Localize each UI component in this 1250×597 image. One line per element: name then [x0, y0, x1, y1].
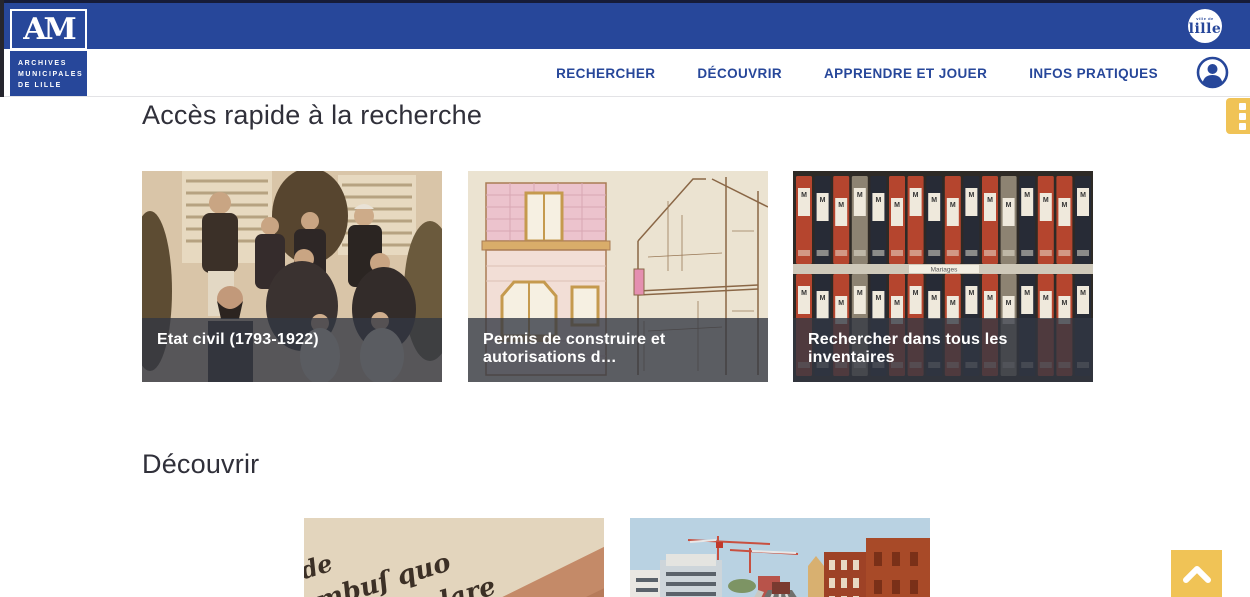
svg-text:M: M [913, 290, 919, 297]
svg-text:M: M [1006, 202, 1012, 209]
logo-line-2: MUNICIPALES [18, 69, 87, 80]
lille-badge-name: lille [1189, 22, 1222, 36]
quick-access-title: Accès rapide à la recherche [142, 100, 482, 131]
svg-text:M: M [801, 192, 807, 199]
svg-text:M: M [1080, 290, 1086, 297]
nav-apprendre-et-jouer[interactable]: APPRENDRE ET JOUER [824, 66, 987, 81]
medieval-manuscript-image: de pſembuſ quo ſcrant ut alare omet ppxi… [304, 518, 604, 597]
svg-text:M: M [838, 202, 844, 209]
metro-cityscape-image [630, 518, 930, 597]
svg-text:M: M [968, 290, 974, 297]
card-inventaires[interactable]: M M M M M M M M M M M M M M M M Mariages M M M M M M M M M M M M M M… [793, 171, 1093, 382]
card-permis-de-construire[interactable]: Permis de construire et autorisations d… [468, 171, 768, 382]
svg-text:M: M [838, 300, 844, 307]
archives-logo-text: ARCHIVES MUNICIPALES DE LILLE [10, 51, 87, 96]
nav-rechercher[interactable]: RECHERCHER [556, 66, 655, 81]
svg-text:M: M [1080, 192, 1086, 199]
svg-text:M: M [894, 300, 900, 307]
chevron-up-icon [1182, 564, 1212, 584]
user-account-button[interactable] [1196, 56, 1229, 89]
side-panel-tab[interactable] [1226, 98, 1250, 134]
svg-text:M: M [1024, 192, 1030, 199]
ville-de-lille-logo[interactable]: ville de lille [1188, 9, 1222, 43]
am-logo[interactable]: AM [10, 9, 87, 50]
card-etat-civil[interactable]: Etat civil (1793-1922) [142, 171, 442, 382]
header-blue-bar [0, 3, 1250, 49]
svg-text:M: M [950, 202, 956, 209]
svg-text:M: M [875, 197, 881, 204]
svg-text:M: M [820, 197, 826, 204]
shelf-label: Mariages [931, 267, 958, 274]
svg-text:M: M [1043, 295, 1049, 302]
card-label: Etat civil (1793-1922) [142, 318, 442, 382]
svg-text:M: M [1061, 202, 1067, 209]
svg-text:M: M [801, 290, 807, 297]
svg-text:M: M [857, 290, 863, 297]
svg-text:M: M [857, 192, 863, 199]
svg-text:M: M [931, 197, 937, 204]
grid-handle-icon [1239, 103, 1246, 110]
svg-text:M: M [1024, 290, 1030, 297]
svg-text:M: M [820, 295, 826, 302]
svg-text:M: M [968, 192, 974, 199]
main-menu: RECHERCHER DÉCOUVRIR APPRENDRE ET JOUER … [540, 49, 1158, 97]
grid-handle-icon [1239, 113, 1246, 120]
card-label: Rechercher dans tous les inventaires [793, 318, 1093, 382]
svg-text:M: M [987, 295, 993, 302]
grid-handle-icon [1239, 123, 1246, 130]
logo-line-1: ARCHIVES [18, 58, 87, 69]
svg-text:M: M [987, 197, 993, 204]
svg-text:M: M [913, 192, 919, 199]
discover-title: Découvrir [142, 449, 259, 480]
card-label: Permis de construire et autorisations d… [468, 318, 768, 382]
user-icon [1196, 56, 1229, 89]
discover-card-manuscript[interactable]: de pſembuſ quo ſcrant ut alare omet ppxi… [304, 518, 604, 597]
scroll-to-top-button[interactable] [1171, 550, 1222, 597]
svg-text:M: M [875, 295, 881, 302]
nav-decouvrir[interactable]: DÉCOUVRIR [697, 66, 782, 81]
window-left-edge [0, 0, 4, 97]
svg-text:M: M [894, 202, 900, 209]
archives-lille-homepage: AM ARCHIVES MUNICIPALES DE LILLE ville d… [0, 0, 1250, 597]
discover-card-cityscape[interactable] [630, 518, 930, 597]
svg-text:M: M [1043, 197, 1049, 204]
logo-line-3: DE LILLE [18, 80, 87, 91]
svg-text:M: M [950, 300, 956, 307]
nav-infos-pratiques[interactable]: INFOS PRATIQUES [1029, 66, 1158, 81]
am-monogram: AM [23, 12, 73, 47]
svg-text:M: M [1061, 300, 1067, 307]
svg-text:M: M [931, 295, 937, 302]
svg-text:M: M [1006, 300, 1012, 307]
